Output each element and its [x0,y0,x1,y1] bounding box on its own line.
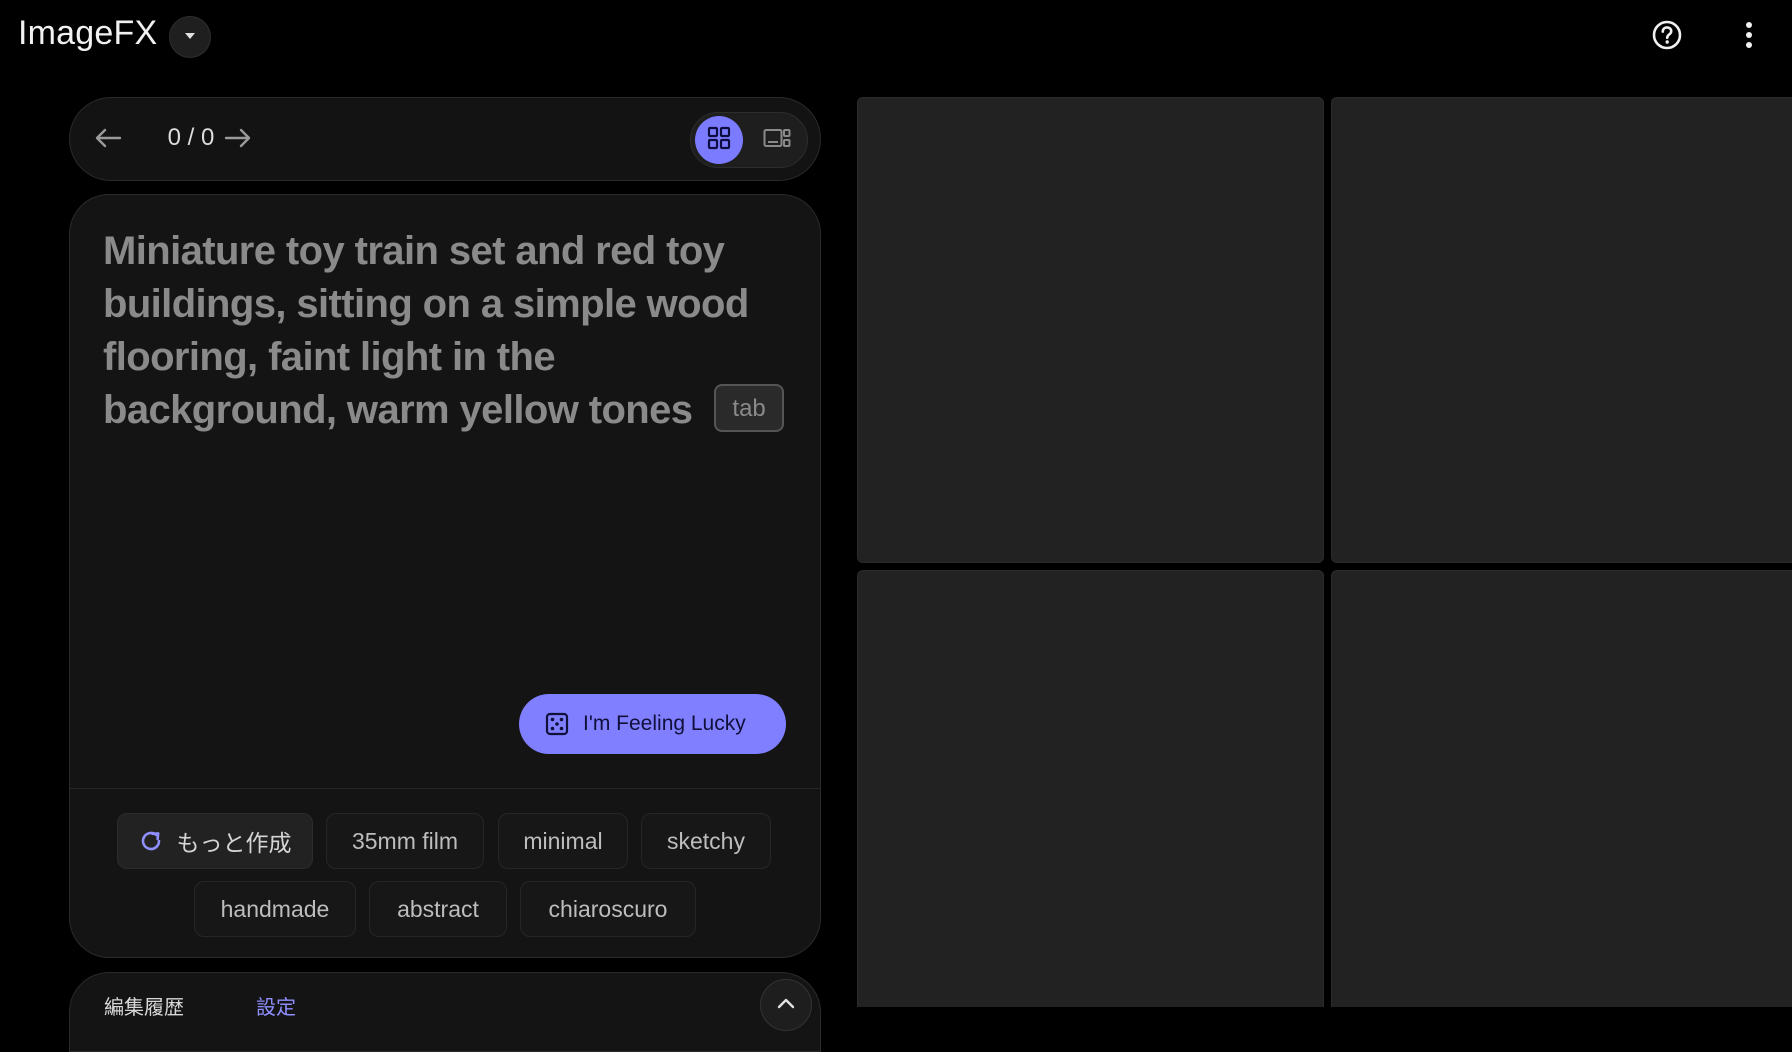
single-view-icon [763,128,791,153]
style-chip-label: handmade [220,895,330,922]
style-chip-label: chiaroscuro [548,895,668,922]
divider [70,788,820,789]
more-vert-icon [1744,20,1754,55]
feeling-lucky-label: I'm Feeling Lucky [583,712,746,735]
single-view-button[interactable] [753,116,801,164]
image-placeholder[interactable] [1331,97,1792,563]
arrow-right-icon [224,128,252,153]
refresh-icon [139,829,163,853]
image-pager: 0 / 0 [69,97,821,181]
help-button[interactable] [1646,16,1688,58]
tab-edit-history[interactable]: 編集履歴 [104,991,184,1020]
chevron-up-icon [777,996,795,1014]
image-placeholder[interactable] [857,570,1324,1007]
style-chip[interactable]: chiaroscuro [520,881,696,937]
collapse-panel-button[interactable] [760,979,812,1031]
tab-hint-badge: tab [714,384,784,433]
style-chip-label: minimal [523,827,603,854]
prompt-input[interactable]: Miniature toy train set and red toy buil… [103,225,793,437]
next-button[interactable] [220,122,256,158]
style-chip[interactable]: 35mm film [326,813,484,869]
help-circle-icon [1651,19,1683,56]
style-chip[interactable]: minimal [498,813,628,869]
style-chip-label: sketchy [667,827,745,854]
view-toggle [690,112,808,168]
prompt-card: Miniature toy train set and red toy buil… [69,194,821,958]
style-chip-label: abstract [397,895,479,922]
app-switcher-button[interactable] [169,16,211,58]
style-chip[interactable]: handmade [194,881,356,937]
prompt-text: Miniature toy train set and red toy buil… [103,229,749,432]
more-options-button[interactable] [1728,16,1770,58]
style-chip[interactable]: sketchy [641,813,771,869]
tab-settings[interactable]: 設定 [256,991,296,1020]
more-suggestions-label: もっと作成 [176,830,292,856]
more-suggestions-chip[interactable]: もっと作成 [117,813,313,869]
previous-button[interactable] [90,122,126,158]
caret-down-icon [183,28,197,46]
image-placeholder[interactable] [857,97,1324,563]
feeling-lucky-button[interactable]: I'm Feeling Lucky [519,694,786,754]
bottom-panel: 編集履歴 設定 [69,972,821,1052]
style-chip-label: 35mm film [351,827,459,854]
grid-view-icon [707,126,731,155]
arrow-left-icon [94,128,122,153]
image-placeholder[interactable] [1331,570,1792,1007]
grid-view-button[interactable] [695,116,743,164]
style-chip[interactable]: abstract [369,881,507,937]
dice-icon [545,712,569,736]
top-bar: ImageFX [0,0,1792,76]
app-title: ImageFX [18,14,158,52]
